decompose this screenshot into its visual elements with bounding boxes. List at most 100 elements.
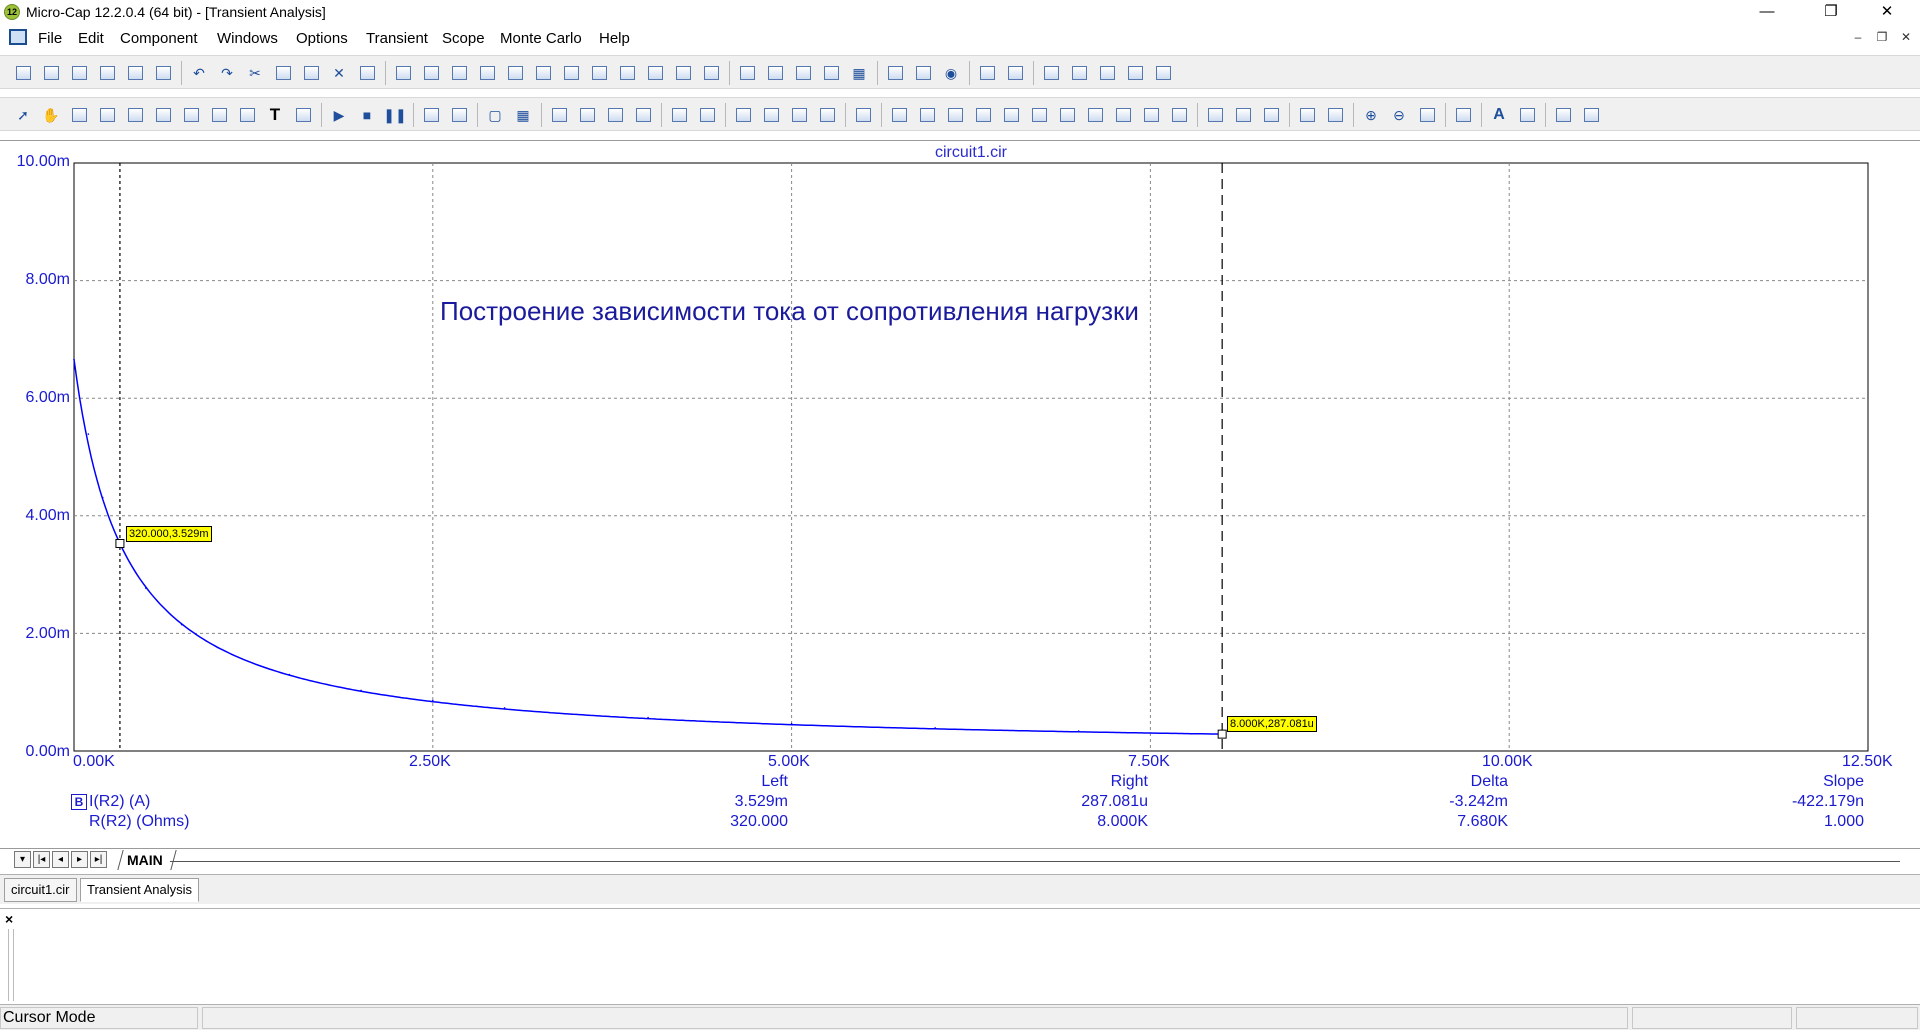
undo-icon[interactable]: ↶ — [188, 62, 210, 84]
window-icon[interactable] — [792, 62, 814, 84]
output-splitter[interactable] — [8, 929, 14, 1001]
zoom-area-icon[interactable] — [760, 104, 782, 126]
curve-properties-icon[interactable]: B — [71, 794, 87, 810]
first-page-button[interactable]: |◂ — [33, 851, 50, 868]
plot5-icon[interactable] — [236, 104, 258, 126]
transistor-icon[interactable] — [532, 62, 554, 84]
tile-horizontal-icon[interactable] — [764, 62, 786, 84]
mdi-close-button[interactable]: ✕ — [1898, 30, 1914, 44]
zoom-out-icon[interactable]: ⊖ — [1388, 104, 1410, 126]
mdi-minimize-button[interactable]: – — [1850, 30, 1866, 44]
tag-right-icon[interactable] — [1324, 104, 1346, 126]
bar2-icon[interactable] — [576, 104, 598, 126]
plot-properties-icon[interactable] — [124, 104, 146, 126]
right-cursor-tag[interactable]: 8.000K,287.081u — [1227, 716, 1317, 732]
paste-dropdown-icon[interactable] — [1204, 104, 1226, 126]
pause-icon[interactable]: ❚❚ — [383, 104, 406, 126]
save-icon[interactable] — [68, 62, 90, 84]
close-button[interactable]: ✕ — [1864, 0, 1910, 24]
calculator-icon[interactable]: ▦ — [848, 62, 870, 84]
delete-icon[interactable]: ✕ — [328, 62, 350, 84]
page-menu-button[interactable]: ▾ — [14, 851, 31, 868]
steps-icon[interactable] — [1040, 62, 1062, 84]
print-preview-icon[interactable] — [124, 62, 146, 84]
clipboard-icon[interactable] — [292, 104, 314, 126]
global-low-icon[interactable] — [1112, 104, 1134, 126]
print-icon[interactable] — [152, 62, 174, 84]
stop-icon[interactable]: ■ — [356, 104, 378, 126]
minimize-button[interactable]: — — [1744, 0, 1790, 24]
document-window-icon[interactable] — [9, 29, 27, 45]
tools-icon[interactable] — [1096, 62, 1118, 84]
plot4-icon[interactable] — [208, 104, 230, 126]
fft-icon[interactable] — [1152, 62, 1174, 84]
prev-page-button[interactable]: ◂ — [52, 851, 69, 868]
battery-icon[interactable] — [616, 62, 638, 84]
v-split-icon[interactable] — [696, 104, 718, 126]
globe-icon[interactable]: ◉ — [940, 62, 962, 84]
menu-component[interactable]: Component — [120, 30, 198, 47]
diode-icon[interactable] — [504, 62, 526, 84]
run-icon[interactable]: ▶ — [328, 104, 350, 126]
format-icon[interactable] — [1232, 104, 1254, 126]
page-tab-main[interactable]: MAIN — [117, 850, 177, 870]
select-all-icon[interactable] — [356, 62, 378, 84]
probe-icon[interactable] — [976, 62, 998, 84]
save-all-icon[interactable] — [96, 62, 118, 84]
parts-icon[interactable] — [912, 62, 934, 84]
zoom-reset-icon[interactable] — [816, 104, 838, 126]
menu-file[interactable]: File — [38, 30, 62, 47]
tile1-icon[interactable] — [1552, 104, 1574, 126]
component-mode-icon[interactable] — [68, 104, 90, 126]
switch-icon[interactable] — [672, 62, 694, 84]
scale-mode-icon[interactable] — [96, 104, 118, 126]
component-panel-icon[interactable] — [884, 62, 906, 84]
tab-transient-analysis[interactable]: Transient Analysis — [80, 878, 200, 902]
zoom-in-icon[interactable]: ⊕ — [1360, 104, 1382, 126]
menu-windows[interactable]: Windows — [217, 30, 278, 47]
menu-edit[interactable]: Edit — [78, 30, 104, 47]
subckt-icon[interactable] — [588, 62, 610, 84]
low-icon[interactable] — [1028, 104, 1050, 126]
frame-icon[interactable]: ▢ — [484, 104, 506, 126]
report-icon[interactable] — [1004, 62, 1026, 84]
analysis-icon[interactable] — [1124, 62, 1146, 84]
tile2-icon[interactable] — [1580, 104, 1602, 126]
paste-icon[interactable] — [300, 62, 322, 84]
valley-icon[interactable] — [972, 104, 994, 126]
menu-scope[interactable]: Scope — [442, 30, 485, 47]
cut-icon[interactable]: ✂ — [244, 62, 266, 84]
text-style-icon[interactable] — [1516, 104, 1538, 126]
menu-options[interactable]: Options — [296, 30, 348, 47]
window2-icon[interactable] — [820, 62, 842, 84]
inflection-icon[interactable] — [1056, 104, 1078, 126]
restore-button[interactable]: ❐ — [1808, 0, 1854, 24]
zoom-restore-icon[interactable] — [1416, 104, 1438, 126]
global-high-icon[interactable] — [1084, 104, 1106, 126]
options-icon[interactable] — [1068, 62, 1090, 84]
bottom-icon[interactable] — [1168, 104, 1190, 126]
cursor-next-icon[interactable] — [888, 104, 910, 126]
tab-circuit1[interactable]: circuit1.cir — [4, 878, 77, 902]
menu-monte-carlo[interactable]: Monte Carlo — [500, 30, 582, 47]
capacitor-icon[interactable] — [448, 62, 470, 84]
properties-icon[interactable] — [852, 104, 874, 126]
bar3-icon[interactable] — [604, 104, 626, 126]
cursor-prev-icon[interactable] — [916, 104, 938, 126]
h-split-icon[interactable] — [668, 104, 690, 126]
output-close-button[interactable]: × — [5, 911, 13, 927]
remove-curve-icon[interactable] — [448, 104, 470, 126]
last-page-button[interactable]: ▸| — [90, 851, 107, 868]
open-file-icon[interactable] — [40, 62, 62, 84]
opamp-icon[interactable] — [560, 62, 582, 84]
zoom-fit-icon[interactable] — [732, 104, 754, 126]
font-icon[interactable]: A — [1488, 104, 1510, 126]
copy-icon[interactable] — [272, 62, 294, 84]
redo-icon[interactable]: ↷ — [216, 62, 238, 84]
tag-left-icon[interactable] — [1296, 104, 1318, 126]
plot2-icon[interactable] — [152, 104, 174, 126]
plot-canvas[interactable] — [0, 140, 1920, 846]
pan-icon[interactable]: ✋ — [40, 104, 62, 126]
bar4-icon[interactable] — [632, 104, 654, 126]
inductor-icon[interactable] — [476, 62, 498, 84]
